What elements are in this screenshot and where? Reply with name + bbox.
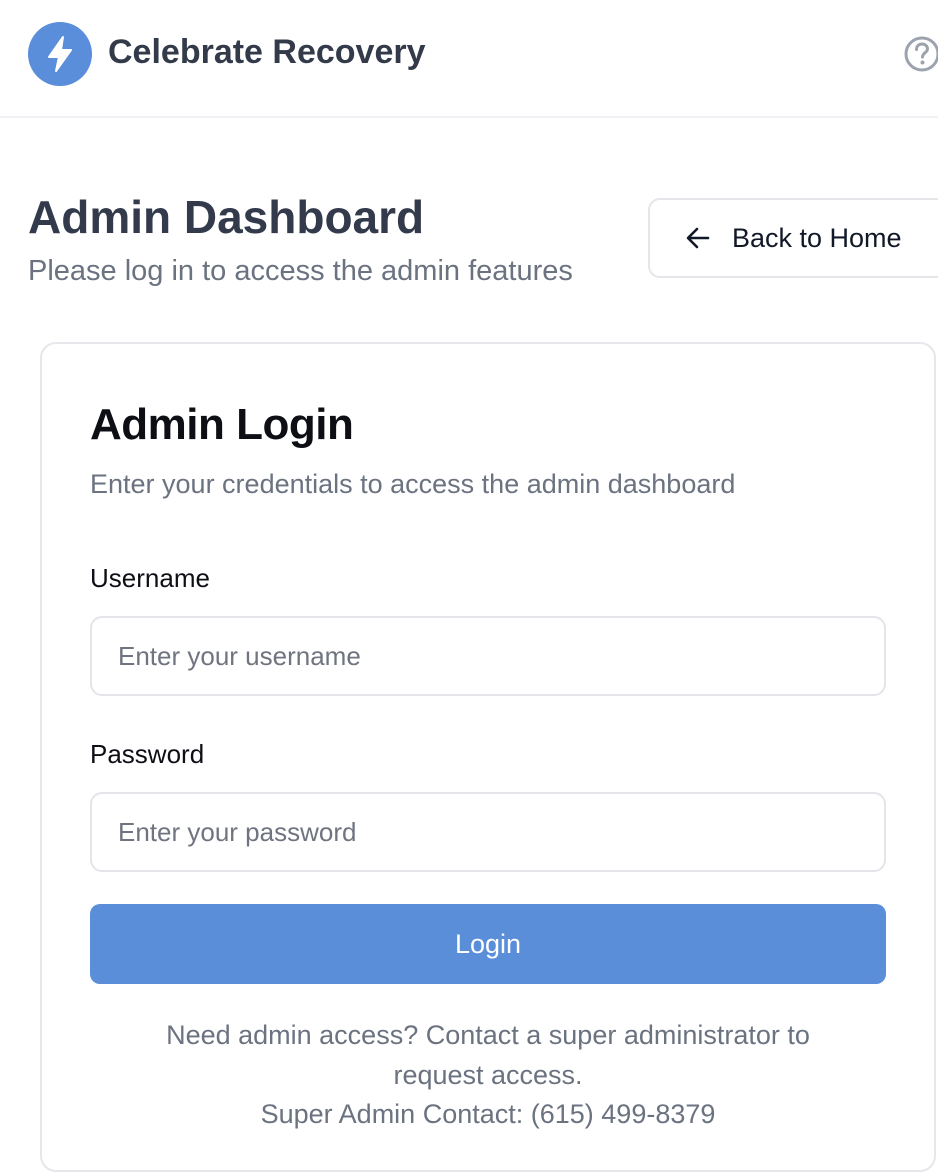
super-admin-contact: Super Admin Contact: (615) 499-8379 [260,1099,716,1129]
back-to-home-label: Back to Home [732,222,902,253]
help-circle-icon[interactable] [902,34,938,74]
back-to-home-button[interactable]: Back to Home [648,198,938,278]
password-input[interactable] [90,792,886,872]
login-card-description: Enter your credentials to access the adm… [90,469,736,499]
admin-access-info-line-1: Need admin access? Contact a super admin… [166,1020,810,1050]
app-header: Celebrate Recovery [0,0,938,118]
username-label: Username [90,563,210,593]
password-label: Password [90,739,205,769]
app-title: Celebrate Recovery [108,33,426,71]
lightning-bolt-glyph [48,36,72,72]
login-button[interactable]: Login [90,904,886,984]
lightning-bolt-icon[interactable] [28,22,92,86]
arrow-left-icon [686,227,710,249]
page-title: Admin Dashboard [28,191,425,243]
admin-access-info-line-2: request access. [393,1060,583,1090]
page-subtitle: Please log in to access the admin featur… [28,255,573,287]
username-input[interactable] [90,616,886,696]
login-card-title: Admin Login [90,400,354,449]
